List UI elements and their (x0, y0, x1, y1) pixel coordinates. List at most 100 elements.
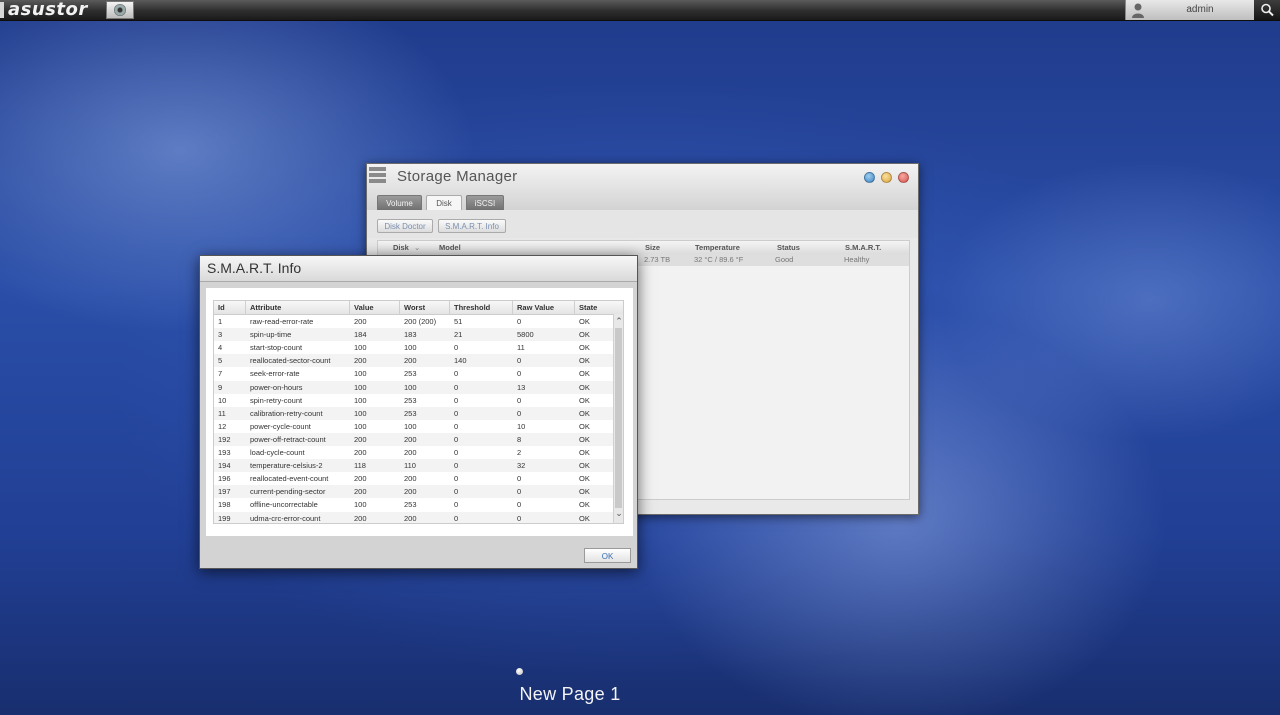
attr-value: 184 (354, 330, 367, 340)
attr-id: 4 (218, 343, 223, 353)
top-bar: asustor admin (0, 0, 1280, 21)
username-label: admin (1186, 4, 1214, 15)
table-row[interactable]: 194 temperature-celsius-2 118 110 0 32 OK (214, 459, 614, 473)
attr-raw-value: 13 (517, 382, 526, 392)
table-row[interactable]: 196 reallocated-event-count 200 200 0 0 OK (214, 472, 614, 485)
table-row[interactable]: 192 power-off-retract-count 200 200 0 8 OK (214, 432, 614, 446)
attr-threshold: 0 (454, 421, 459, 431)
disk-status: Good (775, 255, 794, 264)
col-worst[interactable]: Worst (400, 301, 450, 314)
table-row[interactable]: 4 start-stop-count 100 100 0 11 OK (214, 341, 614, 354)
col-threshold[interactable]: Threshold (450, 301, 513, 314)
table-row[interactable]: 10 spin-retry-count 100 253 0 0 OK (214, 394, 614, 407)
close-icon[interactable] (898, 172, 909, 183)
attr-id: 11 (218, 408, 226, 418)
attr-raw-value: 0 (517, 474, 522, 484)
search-button[interactable] (1254, 0, 1280, 20)
attr-raw-value: 0 (517, 369, 522, 379)
user-menu[interactable]: admin (1125, 0, 1254, 20)
table-row[interactable]: 198 offline-uncorrectable 100 253 0 0 OK (214, 498, 614, 511)
logo-edge (0, 2, 4, 18)
smart-table-header: Id Attribute Value Worst Threshold Raw Value S… (214, 301, 623, 315)
table-row[interactable]: 11 calibration-retry-count 100 253 0 0 OK (214, 406, 614, 420)
table-row[interactable]: 12 power-cycle-count 100 100 0 10 OK (214, 420, 614, 433)
attr-name: seek-error-rate (250, 369, 300, 379)
smart-info-dialog: S.M.A.R.T. Info Id Attribute Value Worst Thr… (199, 255, 638, 569)
attr-raw-value: 0 (517, 513, 522, 523)
window-title: Storage Manager (397, 168, 518, 185)
attr-value: 100 (354, 421, 367, 431)
col-smart[interactable]: S.M.A.R.T. (845, 241, 881, 254)
attr-name: reallocated-sector-count (250, 356, 331, 366)
table-row[interactable]: 197 current-pending-sector 200 200 0 0 OK (214, 485, 614, 499)
attr-name: offline-uncorrectable (250, 500, 318, 510)
smart-info-button[interactable]: S.M.A.R.T. Info (438, 219, 506, 233)
attr-value: 100 (354, 395, 367, 405)
attr-value: 200 (354, 487, 367, 497)
attr-id: 1 (218, 317, 223, 326)
attr-name: current-pending-sector (250, 487, 326, 497)
attr-value: 200 (354, 474, 367, 484)
col-disk[interactable]: Disk (393, 241, 409, 254)
asustor-logo: asustor (8, 0, 88, 20)
attr-threshold: 0 (454, 408, 459, 418)
attr-worst: 200 (200) (404, 317, 437, 326)
attr-raw-value: 0 (517, 356, 522, 366)
attr-id: 3 (218, 330, 223, 340)
disk-smart: Healthy (844, 255, 870, 264)
attr-threshold: 0 (454, 369, 459, 379)
attr-threshold: 0 (454, 448, 459, 457)
search-icon (1261, 3, 1274, 17)
attr-worst: 253 (404, 408, 417, 418)
table-row[interactable]: 3 spin-up-time 184 183 21 5800 OK (214, 328, 614, 342)
col-attribute[interactable]: Attribute (246, 301, 350, 314)
page-indicator-dot[interactable] (516, 668, 523, 675)
col-status[interactable]: Status (777, 241, 800, 254)
col-model[interactable]: Model (439, 241, 461, 254)
col-value[interactable]: Value (350, 301, 400, 314)
attr-value: 100 (354, 382, 367, 392)
window-header: Storage Manager Volume Disk iSCSI (367, 164, 918, 210)
attr-threshold: 0 (454, 395, 459, 405)
storage-app-button[interactable] (106, 1, 134, 19)
attr-worst: 253 (404, 395, 417, 405)
storage-manager-icon (369, 167, 386, 183)
scrollbar[interactable]: ⌃ ⌄ (613, 314, 623, 523)
table-row[interactable]: 7 seek-error-rate 100 253 0 0 OK (214, 367, 614, 380)
tab-disk[interactable]: Disk (426, 195, 462, 210)
table-row[interactable]: 5 reallocated-sector-count 200 200 140 0 OK (214, 354, 614, 368)
col-state[interactable]: State (575, 301, 623, 314)
attr-name: reallocated-event-count (250, 474, 329, 484)
attr-id: 5 (218, 356, 223, 366)
table-row[interactable]: 9 power-on-hours 100 100 0 13 OK (214, 380, 614, 394)
attr-raw-value: 5800 (517, 330, 534, 340)
col-raw-value[interactable]: Raw Value (513, 301, 575, 314)
col-id[interactable]: Id (214, 301, 246, 314)
scroll-thumb[interactable] (615, 328, 622, 508)
help-icon[interactable] (864, 172, 875, 183)
smart-table: Id Attribute Value Worst Threshold Raw Value S… (213, 300, 624, 524)
table-row[interactable]: 199 udma-crc-error-count 200 200 0 0 OK (214, 511, 614, 523)
scroll-down-icon[interactable]: ⌄ (614, 508, 623, 518)
user-icon (1132, 3, 1144, 18)
attr-value: 200 (354, 317, 367, 326)
ok-button[interactable]: OK (584, 548, 631, 563)
attr-worst: 200 (404, 513, 417, 523)
attr-raw-value: 0 (517, 500, 522, 510)
attr-threshold: 0 (454, 461, 459, 471)
attr-worst: 183 (404, 330, 417, 340)
attr-raw-value: 8 (517, 434, 522, 444)
scroll-up-icon[interactable]: ⌃ (614, 316, 623, 326)
attr-id: 199 (218, 513, 231, 523)
table-row[interactable]: 1 raw-read-error-rate 200 200 (200) 51 0 OK (214, 315, 614, 328)
tab-volume[interactable]: Volume (377, 195, 422, 210)
minimize-icon[interactable] (881, 172, 892, 183)
dialog-title: S.M.A.R.T. Info (207, 260, 302, 276)
attr-raw-value: 2 (517, 448, 522, 457)
col-temperature[interactable]: Temperature (695, 241, 740, 254)
table-row[interactable]: 193 load-cycle-count 200 200 0 2 OK (214, 446, 614, 459)
attr-value: 200 (354, 448, 367, 457)
col-size[interactable]: Size (645, 241, 660, 254)
tab-iscsi[interactable]: iSCSI (466, 195, 504, 210)
disk-doctor-button[interactable]: Disk Doctor (377, 219, 433, 233)
